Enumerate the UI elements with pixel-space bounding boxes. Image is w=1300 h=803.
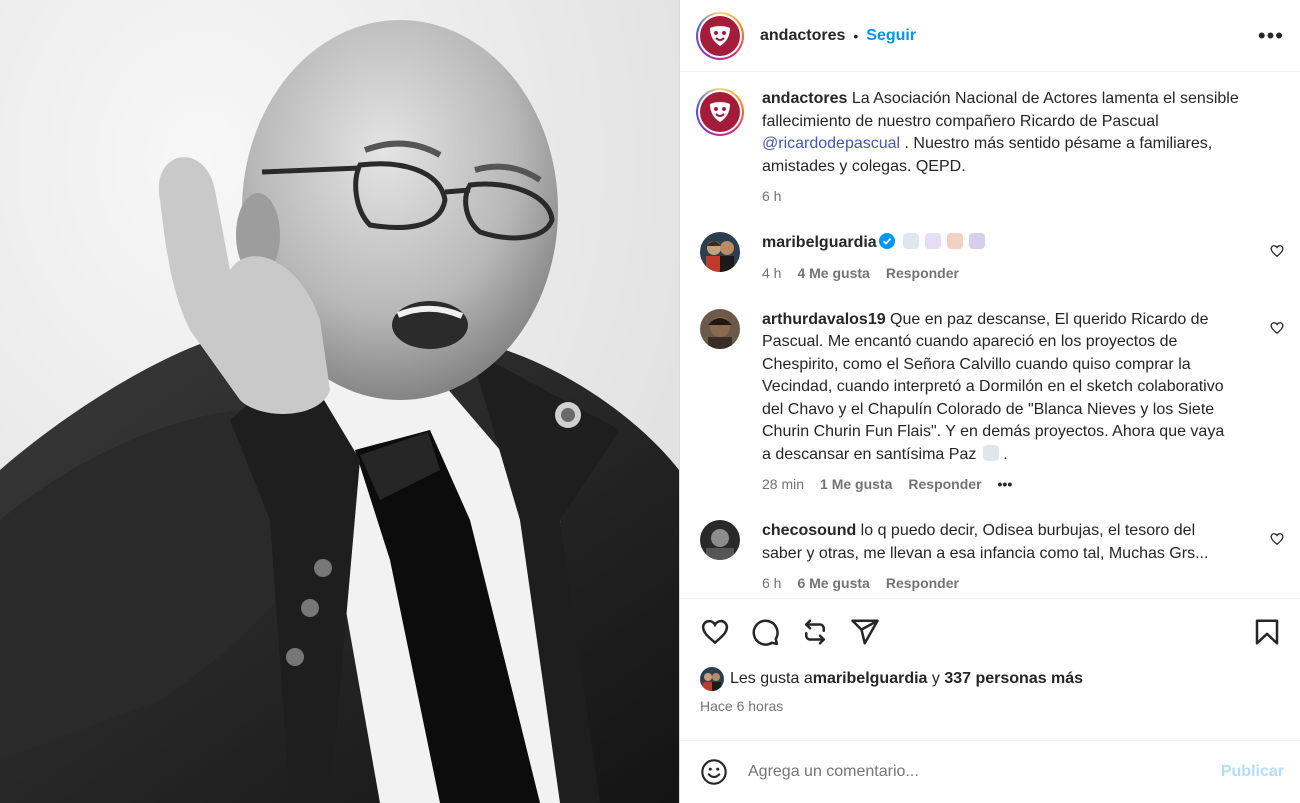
comment-body-end: .	[998, 445, 1008, 463]
comment-username[interactable]: checosound	[762, 522, 856, 539]
comment-bubble-icon[interactable]	[750, 617, 780, 647]
commenter-avatar[interactable]	[700, 308, 740, 349]
likes-count-link[interactable]: 337 personas más	[944, 670, 1083, 688]
comments-list[interactable]: andactores La Asociación Nacional de Act…	[680, 72, 1300, 598]
commenter-avatar[interactable]	[700, 520, 740, 560]
verified-badge-icon	[878, 233, 895, 249]
reply-button[interactable]: Responder	[908, 476, 981, 492]
reply-button[interactable]: Responder	[886, 265, 959, 281]
comment-body: Que en paz descanse, El querido Ricardo …	[762, 310, 1225, 463]
liker-username[interactable]: maribelguardia	[813, 670, 928, 688]
likes-middle: y	[927, 670, 945, 687]
comment-item: arthurdavalos19 Que en paz descanse, El …	[696, 308, 1284, 492]
comment-username[interactable]: arthurdavalos19	[762, 311, 886, 328]
share-send-icon[interactable]	[850, 617, 880, 647]
comment-time[interactable]: 4 h	[762, 265, 781, 281]
comment-likes[interactable]: 4 Me gusta	[797, 265, 869, 281]
comment-item: maribelguardia 4 h 4 Me gusta Responder	[696, 232, 1284, 281]
comment-likes[interactable]: 1 Me gusta	[820, 476, 892, 492]
save-bookmark-icon[interactable]	[1252, 617, 1282, 647]
author-username[interactable]: andactores	[760, 27, 845, 45]
like-comment-heart-icon[interactable]	[1270, 532, 1284, 546]
comment-text: arthurdavalos19 Que en paz descanse, El …	[762, 309, 1237, 467]
comment-item: checosound lo q puedo decir, Odisea burb…	[696, 520, 1284, 591]
author-avatar[interactable]	[696, 11, 744, 60]
commenter-avatar[interactable]	[700, 232, 740, 272]
comment-time[interactable]: 28 min	[762, 476, 804, 492]
comment-meta: 4 h 4 Me gusta Responder	[762, 265, 1237, 281]
comment-input[interactable]	[748, 763, 1221, 781]
likes-summary: Les gusta a maribelguardia y 337 persona…	[680, 664, 1300, 694]
theatre-masks-logo-icon	[700, 15, 740, 56]
white-heart-emoji-icon	[925, 233, 942, 249]
liker-avatar[interactable]	[700, 667, 724, 691]
like-heart-icon[interactable]	[700, 617, 730, 647]
caption-time[interactable]: 6 h	[762, 188, 781, 204]
publish-button[interactable]: Publicar	[1221, 763, 1284, 781]
comment-time[interactable]: 6 h	[762, 575, 781, 591]
post-side-panel: andactores • Seguir ••• andactores La As…	[679, 0, 1300, 803]
reply-button[interactable]: Responder	[886, 575, 959, 591]
instagram-post-modal: andactores • Seguir ••• andactores La As…	[0, 0, 1300, 803]
comment-text: maribelguardia	[762, 232, 1237, 255]
comment-meta: 28 min 1 Me gusta Responder •••	[762, 476, 1237, 492]
caption-mention-link[interactable]: @ricardodepascual	[762, 135, 900, 152]
follow-button[interactable]: Seguir	[866, 27, 916, 45]
photo-portrait	[0, 0, 679, 803]
caption-author-avatar[interactable]	[696, 88, 744, 136]
dove-emoji-icon	[982, 444, 999, 461]
like-comment-heart-icon[interactable]	[1270, 321, 1284, 335]
comment-more-options-icon[interactable]: •••	[998, 476, 1013, 492]
comment-username[interactable]: maribelguardia	[762, 234, 877, 251]
caption-username[interactable]: andactores	[762, 90, 847, 107]
comment-meta: 6 h 6 Me gusta Responder	[762, 575, 1237, 591]
dove-emoji-icon	[903, 233, 920, 249]
rosette-emoji-icon	[947, 233, 964, 249]
more-options-icon[interactable]: •••	[1258, 24, 1284, 47]
theatre-masks-logo-icon	[700, 92, 740, 132]
emoji-picker-icon[interactable]	[700, 758, 728, 786]
post-header: andactores • Seguir •••	[680, 0, 1300, 72]
like-comment-heart-icon[interactable]	[1270, 244, 1284, 258]
separator-dot: •	[853, 27, 859, 44]
comment-likes[interactable]: 6 Me gusta	[797, 575, 869, 591]
comment-text: checosound lo q puedo decir, Odisea burb…	[762, 520, 1237, 565]
post-timestamp[interactable]: Hace 6 horas	[680, 694, 1300, 718]
post-caption: andactores La Asociación Nacional de Act…	[696, 88, 1284, 204]
post-actions-bar	[680, 598, 1300, 664]
likes-prefix: Les gusta a	[730, 670, 813, 687]
wing-emoji-icon	[969, 233, 986, 249]
caption-text: andactores La Asociación Nacional de Act…	[762, 88, 1267, 178]
repost-icon[interactable]	[800, 617, 830, 647]
caption-meta: 6 h	[762, 188, 1267, 204]
add-comment-bar: Publicar	[680, 740, 1300, 803]
post-photo[interactable]	[0, 0, 679, 803]
